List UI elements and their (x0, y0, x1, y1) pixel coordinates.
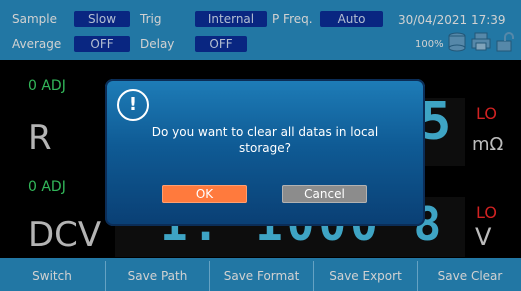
ok-button[interactable]: OK (162, 185, 247, 203)
dialog-message: Do you want to clear all datas in local … (151, 125, 379, 155)
confirm-dialog: ! Do you want to clear all datas in loca… (105, 79, 425, 226)
cancel-button[interactable]: Cancel (282, 185, 367, 203)
warning-icon: ! (117, 89, 149, 121)
